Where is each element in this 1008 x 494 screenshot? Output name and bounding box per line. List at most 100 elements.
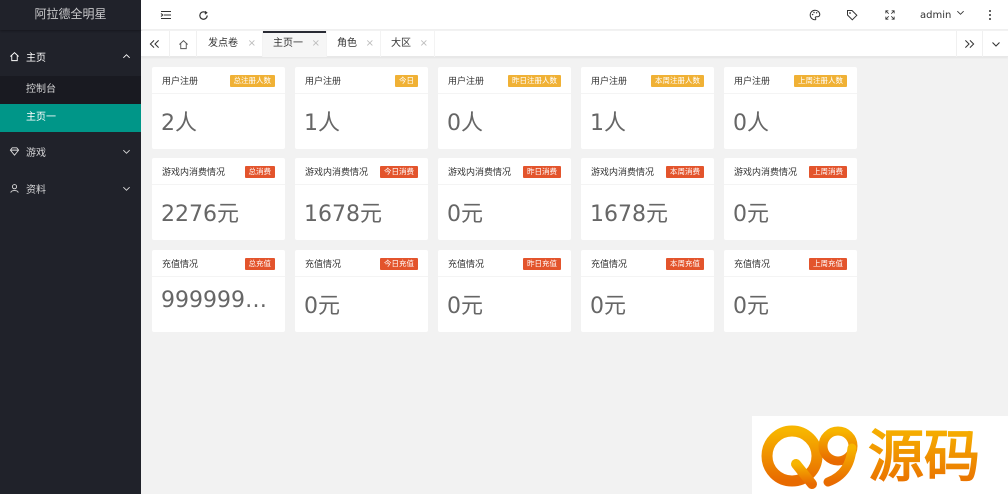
watermark-logo: 源码 [752, 416, 1008, 494]
card-value: 9999999… [161, 288, 279, 313]
divider [724, 184, 857, 185]
card-value: 1678元 [304, 202, 382, 227]
status-badge: 本周消费 [666, 166, 704, 178]
card-value: 2276元 [161, 202, 239, 227]
tab-fadianjuan[interactable]: 发点卷 × [198, 31, 263, 57]
divider [295, 184, 428, 185]
divider [152, 184, 285, 185]
nav-group-profile: 资料 [0, 170, 141, 206]
user-menu[interactable]: admin [920, 0, 965, 30]
card-value: 0元 [733, 202, 769, 227]
status-badge: 昨日消费 [523, 166, 561, 178]
sidebar-item-console[interactable]: 控制台 [0, 76, 141, 104]
status-badge: 上周充值 [809, 258, 847, 270]
status-badge: 上周注册人数 [794, 75, 847, 87]
more-icon[interactable] [975, 0, 1005, 30]
stat-card: 用户注册 今日 1人 [295, 67, 428, 149]
tab-scroll-right-icon[interactable] [956, 31, 982, 57]
tab-label: 主页一 [273, 38, 303, 49]
sidebar: 阿拉德全明星 主页 控制台 主页一 游戏 资料 [0, 0, 141, 494]
status-badge: 昨日注册人数 [508, 75, 561, 87]
card-title: 游戏内消费情况 [734, 168, 798, 178]
tab-label: 角色 [337, 38, 357, 49]
stat-card: 充值情况 本周充值 0元 [581, 250, 714, 332]
stat-card: 游戏内消费情况 总消费 2276元 [152, 158, 285, 240]
card-title: 游戏内消费情况 [162, 168, 226, 178]
card-title: 游戏内消费情况 [305, 168, 369, 178]
card-value: 1人 [304, 111, 340, 136]
card-value: 0人 [447, 111, 483, 136]
status-badge: 总充值 [244, 258, 275, 270]
home-icon [8, 50, 20, 62]
tab-home-icon[interactable] [169, 31, 197, 57]
close-icon[interactable]: × [312, 31, 320, 57]
card-title: 游戏内消费情况 [591, 168, 655, 178]
fullscreen-icon[interactable] [875, 0, 905, 30]
chevron-down-icon [956, 0, 965, 30]
card-value: 0元 [447, 294, 483, 319]
divider [438, 276, 571, 277]
divider [724, 93, 857, 94]
tab-menu-chevron-down-icon[interactable] [982, 31, 1008, 57]
divider [295, 276, 428, 277]
stat-card: 用户注册 总注册人数 2人 [152, 67, 285, 149]
card-value: 0元 [447, 202, 483, 227]
divider [438, 184, 571, 185]
tag-icon[interactable] [837, 0, 867, 30]
svg-text:源码: 源码 [868, 425, 980, 490]
tab-bar: 发点卷 × 主页一 × 角色 × 大区 × [141, 31, 1008, 57]
divider [152, 276, 285, 277]
status-badge: 今日消费 [380, 166, 418, 178]
tab-home-one[interactable]: 主页一 × [263, 31, 327, 57]
stat-card: 游戏内消费情况 今日消费 1678元 [295, 158, 428, 240]
card-title: 充值情况 [162, 260, 199, 270]
stat-card: 游戏内消费情况 上周消费 0元 [724, 158, 857, 240]
stat-card: 用户注册 上周注册人数 0人 [724, 67, 857, 149]
refresh-icon[interactable] [188, 0, 218, 30]
status-badge: 今日充值 [380, 258, 418, 270]
card-value: 2人 [161, 111, 197, 136]
chevron-down-icon [121, 183, 131, 193]
card-value: 0元 [733, 294, 769, 319]
divider [295, 93, 428, 94]
card-title: 充值情况 [448, 260, 485, 270]
sidebar-item-home-one[interactable]: 主页一 [0, 104, 141, 132]
card-value: 0人 [733, 111, 769, 136]
nav-item-game[interactable]: 游戏 [0, 132, 141, 170]
nav-item-home[interactable]: 主页 [0, 36, 141, 76]
divider [581, 184, 714, 185]
close-icon[interactable]: × [366, 31, 374, 57]
menu-fold-icon[interactable] [151, 0, 181, 30]
nav-group-game: 游戏 [0, 132, 141, 170]
tab-region[interactable]: 大区 × [381, 31, 435, 57]
user-name: admin [920, 10, 952, 21]
card-title: 用户注册 [448, 77, 485, 87]
top-header: admin [141, 0, 1008, 30]
tab-role[interactable]: 角色 × [327, 31, 381, 57]
close-icon[interactable]: × [420, 31, 428, 57]
status-badge: 昨日充值 [523, 258, 561, 270]
chevron-up-icon [121, 51, 131, 61]
status-badge: 本周注册人数 [651, 75, 704, 87]
card-title: 游戏内消费情况 [448, 168, 512, 178]
card-title: 充值情况 [734, 260, 771, 270]
card-title: 用户注册 [734, 77, 771, 87]
stat-card: 游戏内消费情况 昨日消费 0元 [438, 158, 571, 240]
stat-card: 充值情况 今日充值 0元 [295, 250, 428, 332]
nav-item-profile[interactable]: 资料 [0, 170, 141, 206]
chevron-down-icon [121, 146, 131, 156]
card-title: 用户注册 [591, 77, 628, 87]
nav-item-label: 游戏 [26, 147, 46, 159]
status-badge: 总消费 [244, 166, 275, 178]
app-title[interactable]: 阿拉德全明星 [0, 0, 141, 30]
card-title: 充值情况 [591, 260, 628, 270]
close-icon[interactable]: × [248, 31, 256, 57]
theme-icon[interactable] [800, 0, 830, 30]
card-title: 充值情况 [305, 260, 342, 270]
nav-group-home: 主页 控制台 主页一 [0, 36, 141, 132]
card-title: 用户注册 [162, 77, 199, 87]
nav-item-label: 资料 [26, 184, 46, 196]
divider [581, 93, 714, 94]
divider [724, 276, 857, 277]
tab-scroll-left-icon[interactable] [141, 31, 167, 57]
